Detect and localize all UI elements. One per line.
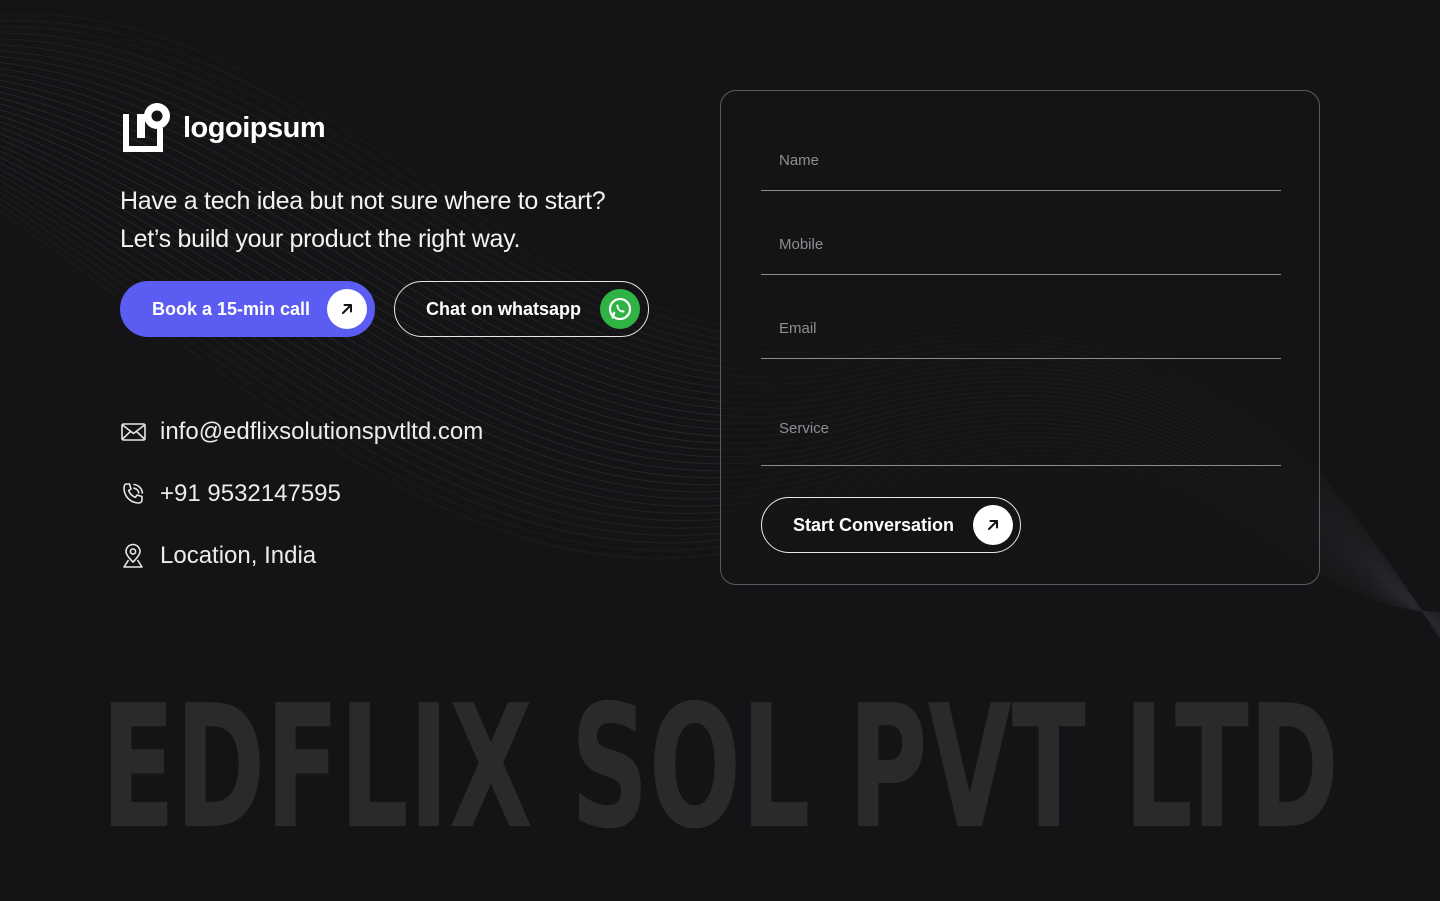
service-field[interactable] [761, 391, 1281, 466]
logo-text: logoipsum [183, 111, 326, 144]
mobile-field[interactable] [761, 215, 1281, 275]
whatsapp-icon [600, 289, 640, 329]
contact-phone[interactable]: +91 9532147595 [120, 480, 341, 508]
name-field[interactable] [761, 131, 1281, 191]
contact-email[interactable]: info@edflixsolutionspvtltd.com [120, 418, 483, 446]
arrow-up-right-icon [327, 289, 367, 329]
book-call-button[interactable]: Book a 15-min call [120, 281, 375, 337]
company-watermark: EDFLIX SOL PVT LTD [100, 668, 1340, 848]
hero-tagline: Have a tech idea but not sure where to s… [120, 182, 680, 258]
service-input[interactable] [761, 391, 1281, 465]
email-text: info@edflixsolutionspvtltd.com [160, 418, 484, 445]
phone-text: +91 9532147595 [160, 480, 341, 507]
hero-line-2: Let’s build your product the right way. [120, 225, 521, 253]
whatsapp-button[interactable]: Chat on whatsapp [394, 281, 649, 337]
mail-icon [120, 419, 146, 445]
contact-page: logoipsum Have a tech idea but not sure … [0, 0, 1440, 901]
phone-icon [120, 481, 146, 507]
email-field[interactable] [761, 299, 1281, 359]
name-input[interactable] [761, 131, 1281, 190]
arrow-up-right-icon [973, 505, 1013, 545]
location-pin-icon [120, 543, 146, 569]
start-conversation-label: Start Conversation [793, 514, 955, 535]
brand-logo[interactable]: logoipsum [123, 102, 326, 152]
start-conversation-button[interactable]: Start Conversation [761, 497, 1021, 553]
contact-form: Start Conversation [720, 90, 1320, 585]
logo-mark-icon [123, 103, 170, 152]
whatsapp-label: Chat on whatsapp [426, 298, 582, 319]
book-call-label: Book a 15-min call [152, 298, 311, 319]
location-text: Location, India [160, 542, 317, 569]
watermark-text: EDFLIX SOL PVT LTD [101, 669, 1339, 848]
email-input[interactable] [761, 299, 1281, 358]
mobile-input[interactable] [761, 215, 1281, 274]
hero-line-1: Have a tech idea but not sure where to s… [120, 187, 606, 215]
contact-location[interactable]: Location, India [120, 542, 316, 570]
